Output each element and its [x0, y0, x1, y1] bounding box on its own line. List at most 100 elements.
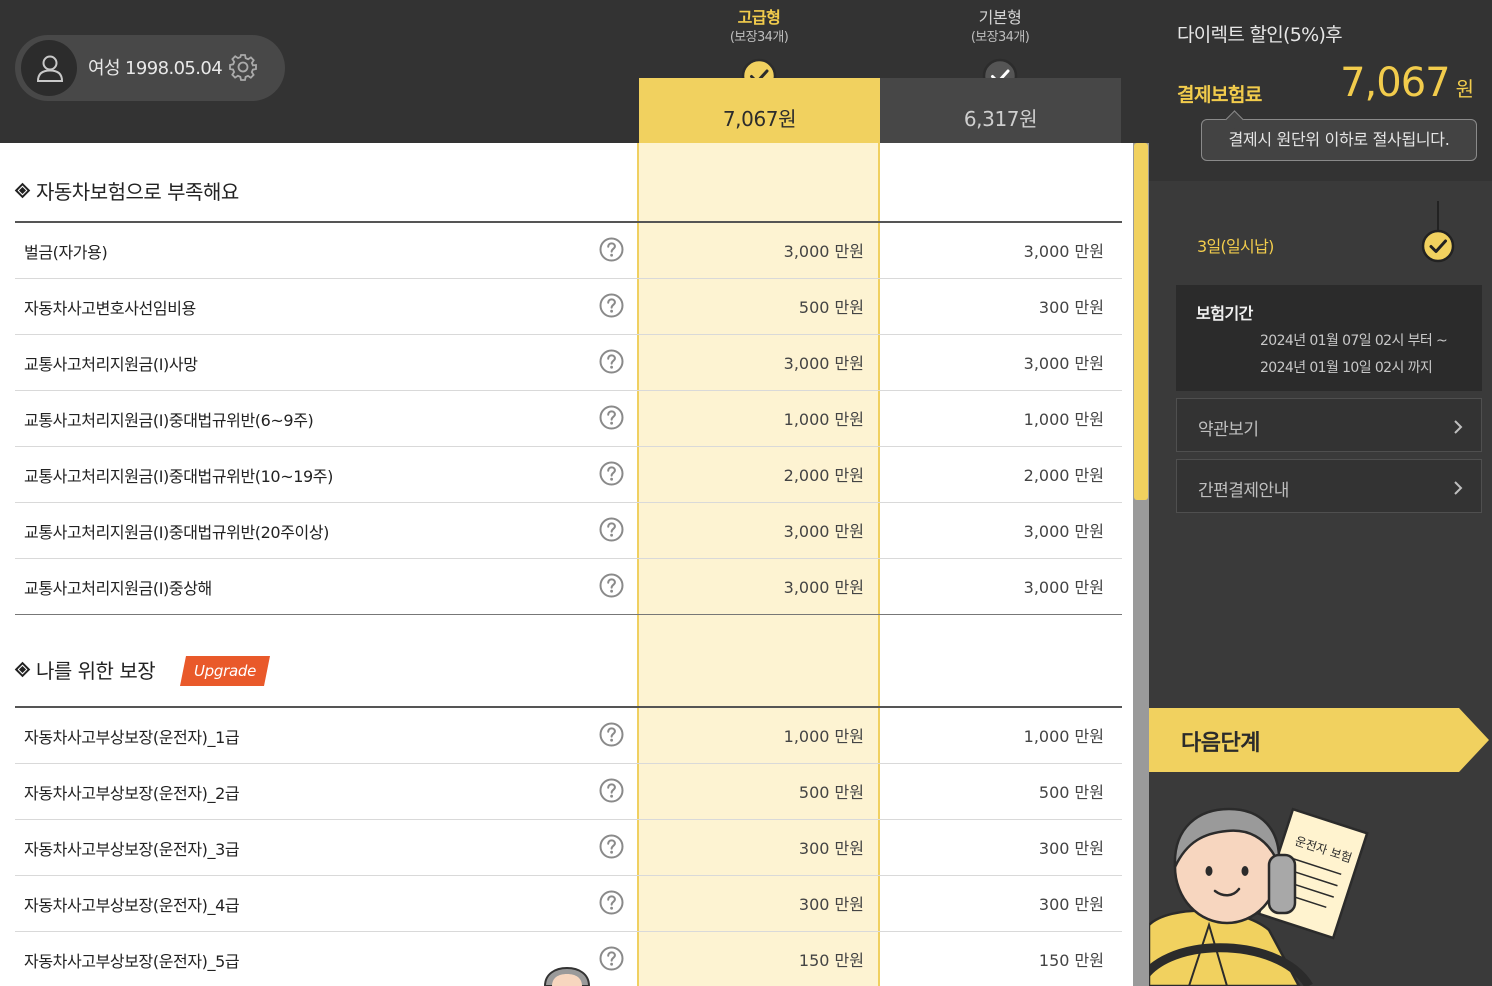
basic-amount: 300 만원: [1038, 298, 1104, 317]
basic-amount: 1,000 만원: [1023, 410, 1104, 429]
premium-value: 7,067 원: [1340, 60, 1474, 106]
view-terms-label: 약관보기: [1198, 420, 1259, 440]
coverage-table-2: 자동차사고부상보장(운전자)_1급 1,000 만원 1,000 만원 자동차사…: [15, 708, 1122, 986]
plan-premium-count: (보장34개): [729, 30, 789, 45]
help-icon[interactable]: [599, 237, 624, 262]
discount-label: 다이렉트 할인(5%)후: [1177, 24, 1343, 46]
basic-amount: 300 만원: [1038, 839, 1104, 858]
help-icon[interactable]: [599, 722, 624, 747]
period-option-label[interactable]: 3일(일시납): [1197, 233, 1274, 257]
help-icon[interactable]: [599, 890, 624, 915]
basic-amount: 150 만원: [1038, 951, 1104, 970]
gear-icon[interactable]: [228, 52, 258, 82]
table-row: 교통사고처리지원금(I)사망 3,000 만원 3,000 만원: [15, 335, 1122, 391]
summary-header: 다이렉트 할인(5%)후 결제보험료 7,067 원 결제시 원단위 이하로 절사…: [1149, 0, 1492, 181]
rounding-tooltip: 결제시 원단위 이하로 절사됩니다.: [1201, 119, 1477, 161]
plan-basic-count: (보장34개): [970, 30, 1030, 45]
upgrade-badge: Upgrade: [180, 656, 270, 686]
table-row: 자동차사고부상보장(운전자)_3급 300 만원 300 만원: [15, 820, 1122, 876]
chevron-right-icon: [1454, 420, 1463, 434]
help-icon[interactable]: [599, 405, 624, 430]
plan-basic-header[interactable]: 기본형 (보장34개): [880, 6, 1120, 94]
premium-amount: 150 만원: [798, 951, 864, 970]
table-row: 자동차사고부상보장(운전자)_1급 1,000 만원 1,000 만원: [15, 708, 1122, 764]
premium-amount: 3,000 만원: [783, 578, 864, 597]
table-scrollbar[interactable]: [1133, 143, 1149, 986]
premium-amount: 2,000 만원: [783, 466, 864, 485]
table-row: 교통사고처리지원금(I)중대법규위반(6~9주) 1,000 만원 1,000 …: [15, 391, 1122, 447]
premium-amount: 1,000 만원: [783, 410, 864, 429]
premium-amount: 3,000 만원: [783, 242, 864, 261]
table-row: 자동차사고변호사선임비용 500 만원 300 만원: [15, 279, 1122, 335]
period-end: 2024년 01월 10일 02시 까지: [1260, 360, 1433, 376]
period-start: 2024년 01월 07일 02시 부터 ~: [1260, 333, 1448, 349]
user-avatar-icon: [21, 40, 77, 96]
coverage-name: 자동차사고부상보장(운전자)_4급: [24, 896, 240, 915]
premium-amount: 500 만원: [798, 298, 864, 317]
table-row: 자동차사고부상보장(운전자)_2급 500 만원 500 만원: [15, 764, 1122, 820]
coverage-name: 교통사고처리지원금(I)사망: [24, 355, 198, 374]
coverage-name: 교통사고처리지원금(I)중상해: [24, 579, 212, 598]
check-selected-icon[interactable]: [1421, 229, 1455, 263]
table-row: 벌금(자가용) 3,000 만원 3,000 만원: [15, 223, 1122, 279]
premium-amount: 300 만원: [798, 895, 864, 914]
section-title-auto-shortfall: 자동차보험으로 부족해요: [15, 176, 239, 205]
coverage-name: 자동차사고부상보장(운전자)_5급: [24, 952, 240, 971]
help-icon[interactable]: [599, 778, 624, 803]
plan-premium-price-tab[interactable]: 7,067원: [639, 78, 880, 143]
coverage-name: 자동차사고부상보장(운전자)_3급: [24, 840, 240, 859]
diamond-bullet-icon: [15, 183, 30, 198]
basic-amount: 1,000 만원: [1023, 727, 1104, 746]
coverage-name: 교통사고처리지원금(I)중대법규위반(6~9주): [24, 411, 314, 430]
scrollbar-thumb[interactable]: [1134, 143, 1148, 500]
period-title: 보험기간: [1196, 304, 1253, 323]
help-icon[interactable]: [599, 834, 624, 859]
help-icon[interactable]: [599, 573, 624, 598]
section-title-my-coverage: 나를 위한 보장: [15, 655, 156, 684]
timeline-connector: [1437, 201, 1439, 231]
user-info-pill[interactable]: 여성 1998.05.04: [15, 35, 285, 101]
premium-amount: 500 만원: [798, 783, 864, 802]
help-icon[interactable]: [599, 946, 624, 971]
coverage-name: 교통사고처리지원금(I)중대법규위반(20주이상): [24, 523, 330, 542]
premium-amount-unit: 원: [1455, 77, 1474, 101]
plan-basic-name: 기본형: [978, 8, 1022, 27]
coverage-name: 자동차사고부상보장(운전자)_1급: [24, 728, 240, 747]
help-icon[interactable]: [599, 517, 624, 542]
premium-amount: 1,000 만원: [783, 727, 864, 746]
easy-pay-guide-label: 간편결제안내: [1198, 481, 1289, 501]
plan-premium-header[interactable]: 고급형 (보장34개): [639, 6, 879, 94]
plan-basic-price-tab[interactable]: 6,317원: [880, 78, 1121, 143]
table-row: 교통사고처리지원금(I)중대법규위반(20주이상) 3,000 만원 3,000…: [15, 503, 1122, 559]
basic-amount: 3,000 만원: [1023, 578, 1104, 597]
basic-amount: 300 만원: [1038, 895, 1104, 914]
premium-label: 결제보험료: [1177, 84, 1262, 106]
basic-amount: 3,000 만원: [1023, 242, 1104, 261]
diamond-bullet-icon: [15, 662, 30, 677]
next-step-label: 다음단계: [1181, 731, 1260, 756]
help-icon[interactable]: [599, 461, 624, 486]
driver-mascot-illustration: 운전자 보험: [1149, 807, 1369, 986]
insurance-period-box: 보험기간 2024년 01월 07일 02시 부터 ~ 2024년 01월 10…: [1176, 285, 1482, 391]
basic-amount: 3,000 만원: [1023, 522, 1104, 541]
summary-panel: 다이렉트 할인(5%)후 결제보험료 7,067 원 결제시 원단위 이하로 절사…: [1149, 0, 1492, 986]
premium-amount-number: 7,067: [1340, 60, 1451, 106]
view-terms-link[interactable]: 약관보기: [1176, 398, 1482, 452]
floating-mascot-icon[interactable]: [543, 966, 591, 986]
basic-amount: 3,000 만원: [1023, 354, 1104, 373]
table-row: 교통사고처리지원금(I)중상해 3,000 만원 3,000 만원: [15, 559, 1122, 615]
coverage-table-1: 벌금(자가용) 3,000 만원 3,000 만원 자동차사고변호사선임비용 5…: [15, 223, 1122, 615]
coverage-name: 자동차사고변호사선임비용: [24, 299, 196, 318]
easy-pay-guide-link[interactable]: 간편결제안내: [1176, 459, 1482, 513]
help-icon[interactable]: [599, 293, 624, 318]
next-step-button[interactable]: 다음단계: [1149, 708, 1489, 772]
table-row: 교통사고처리지원금(I)중대법규위반(10~19주) 2,000 만원 2,00…: [15, 447, 1122, 503]
section-title-text: 자동차보험으로 부족해요: [36, 180, 239, 204]
basic-amount: 2,000 만원: [1023, 466, 1104, 485]
user-gender-birth: 여성 1998.05.04: [88, 58, 223, 79]
help-icon[interactable]: [599, 349, 624, 374]
premium-amount: 300 만원: [798, 839, 864, 858]
coverage-name: 교통사고처리지원금(I)중대법규위반(10~19주): [24, 467, 333, 486]
coverage-name: 벌금(자가용): [24, 243, 108, 262]
coverage-name: 자동차사고부상보장(운전자)_2급: [24, 784, 240, 803]
